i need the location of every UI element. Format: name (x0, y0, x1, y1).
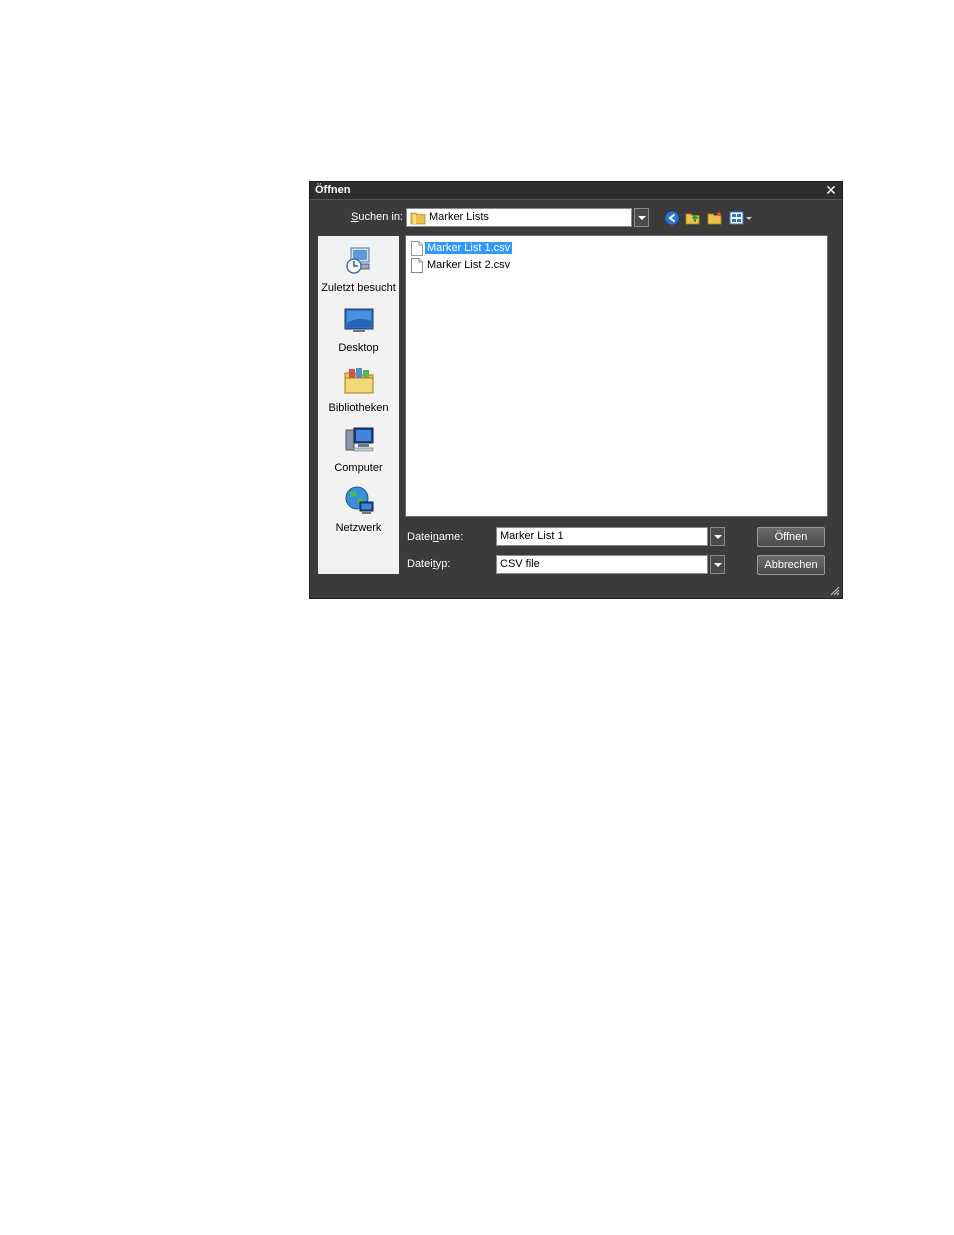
file-name-label: Dateiname: (407, 531, 464, 543)
look-in-value: Marker Lists (429, 211, 489, 223)
look-in-label: Suchen in: (351, 211, 403, 223)
cancel-button[interactable]: Abbrechen (757, 555, 825, 575)
place-label: Bibliotheken (328, 402, 389, 414)
computer-icon (345, 427, 374, 452)
file-name: Marker List 1.csv (425, 242, 513, 254)
recent-places-icon (346, 247, 370, 274)
look-in-dropdown-button[interactable] (634, 208, 649, 227)
look-in-combo[interactable]: Marker Lists (406, 208, 632, 227)
back-icon[interactable] (664, 210, 680, 226)
file-name: Marker List 2.csv (427, 259, 511, 271)
places-bar: Zuletzt besucht Desktop Bibliotheken Com… (318, 236, 399, 574)
dialog-title: Öffnen (315, 184, 351, 196)
file-name-value: Marker List 1 (500, 530, 564, 542)
file-name-dropdown-button[interactable] (710, 527, 725, 546)
up-folder-icon[interactable] (685, 210, 701, 226)
new-folder-icon[interactable] (707, 210, 723, 226)
place-label: Zuletzt besucht (321, 282, 396, 294)
desktop-icon (344, 308, 374, 332)
open-dialog: Öffnen ✕ Suchen in: Marker Lists Zuletzt… (309, 181, 843, 599)
view-menu-icon[interactable] (729, 210, 755, 226)
file-name-input[interactable]: Marker List 1 (496, 527, 708, 546)
place-label: Desktop (338, 342, 379, 354)
file-type-select[interactable]: CSV file (496, 555, 708, 574)
resize-grip-icon[interactable] (828, 584, 840, 596)
libraries-icon (344, 368, 374, 394)
file-list[interactable]: Marker List 1.csv Marker List 2.csv (405, 235, 828, 517)
folder-icon (410, 212, 426, 225)
title-bar[interactable]: Öffnen ✕ (310, 182, 842, 200)
close-button[interactable]: ✕ (824, 182, 838, 198)
file-type-dropdown-button[interactable] (710, 555, 725, 574)
file-icon (411, 258, 423, 273)
file-type-label: Dateityp: (407, 558, 451, 570)
place-label: Netzwerk (335, 522, 382, 534)
place-label: Computer (334, 462, 383, 474)
network-icon (345, 486, 374, 514)
file-type-value: CSV file (500, 558, 540, 570)
file-icon (411, 241, 423, 256)
open-button[interactable]: Öffnen (757, 527, 825, 547)
